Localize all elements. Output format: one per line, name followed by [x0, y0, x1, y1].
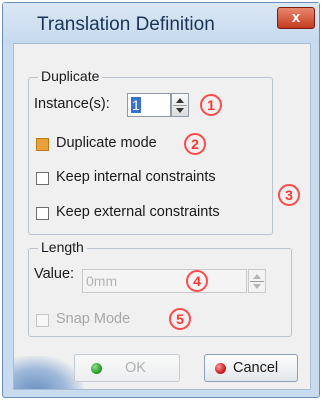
keep-internal-checkbox[interactable]	[36, 172, 49, 185]
dialog-body: Duplicate Instance(s): 1 1 Duplicate mod…	[13, 43, 311, 390]
ok-icon	[91, 363, 102, 374]
snap-mode-checkbox[interactable]	[36, 314, 49, 327]
annotation-4: 4	[186, 270, 208, 292]
instances-input[interactable]: 1	[127, 93, 171, 117]
keep-internal-label[interactable]: Keep internal constraints	[56, 169, 216, 185]
length-value: 0mm	[86, 273, 118, 289]
keep-external-label[interactable]: Keep external constraints	[56, 204, 220, 220]
length-legend: Length	[38, 239, 87, 255]
close-button[interactable]: x	[277, 7, 315, 29]
duplicate-legend: Duplicate	[38, 68, 103, 84]
close-icon: x	[291, 9, 301, 26]
spin-up-icon[interactable]	[176, 98, 184, 103]
annotation-3: 3	[278, 184, 300, 206]
dialog-title: Translation Definition	[37, 14, 215, 35]
keep-external-checkbox[interactable]	[36, 207, 49, 220]
title-bar[interactable]: Translation Definition x	[3, 3, 319, 43]
value-label: Value:	[34, 266, 75, 282]
spin-down-icon[interactable]	[253, 284, 261, 289]
cancel-icon	[215, 363, 226, 374]
instances-label: Instance(s):	[34, 96, 110, 112]
length-value-input[interactable]: 0mm	[82, 269, 247, 293]
annotation-1: 1	[200, 94, 222, 116]
snap-mode-label[interactable]: Snap Mode	[56, 311, 130, 327]
translation-definition-dialog: Translation Definition x Duplicate Insta…	[2, 2, 320, 398]
spin-up-icon[interactable]	[253, 274, 261, 279]
annotation-2: 2	[184, 133, 206, 155]
duplicate-mode-checkbox[interactable]	[36, 138, 49, 151]
ok-label: OK	[125, 360, 146, 376]
annotation-5: 5	[169, 308, 191, 330]
instances-value: 1	[131, 97, 141, 113]
length-spinner[interactable]	[248, 269, 266, 293]
duplicate-mode-label[interactable]: Duplicate mode	[56, 135, 157, 151]
ok-button[interactable]: OK	[74, 354, 180, 382]
cancel-label: Cancel	[233, 360, 279, 376]
spin-down-icon[interactable]	[176, 108, 184, 113]
cancel-button[interactable]: Cancel	[204, 354, 298, 382]
instances-spinner[interactable]	[171, 93, 189, 117]
